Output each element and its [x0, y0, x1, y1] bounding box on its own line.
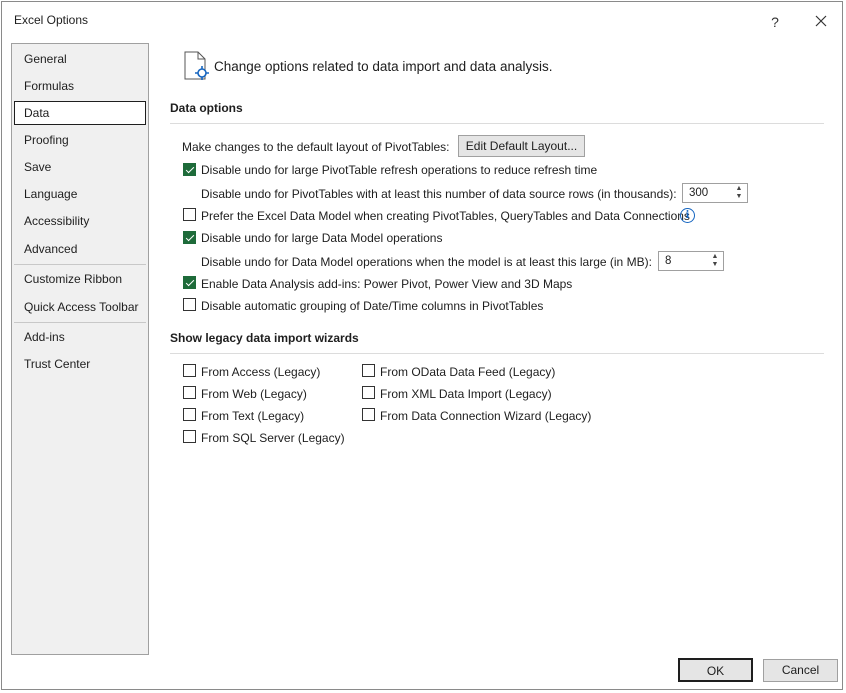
legacy-web-checkbox[interactable]: [183, 386, 196, 399]
disable-undo-pivot-label[interactable]: Disable undo for large PivotTable refres…: [201, 163, 597, 177]
sidebar-item-data[interactable]: Data: [14, 101, 146, 125]
undo-rows-label: Disable undo for PivotTables with at lea…: [201, 187, 677, 201]
legacy-sql-server-label[interactable]: From SQL Server (Legacy): [201, 431, 345, 445]
sidebar-item-accessibility[interactable]: Accessibility: [14, 209, 146, 233]
legacy-xml-checkbox[interactable]: [362, 386, 375, 399]
disable-grouping-label[interactable]: Disable automatic grouping of Date/Time …: [201, 299, 543, 313]
ok-button[interactable]: OK: [678, 658, 753, 682]
sidebar-item-general[interactable]: General: [14, 47, 146, 71]
section-divider: [170, 123, 824, 124]
sidebar-item-formulas[interactable]: Formulas: [14, 74, 146, 98]
disable-undo-model-label[interactable]: Disable undo for large Data Model operat…: [201, 231, 442, 245]
sidebar-item-save[interactable]: Save: [14, 155, 146, 179]
info-icon[interactable]: i: [680, 208, 695, 223]
legacy-web-label[interactable]: From Web (Legacy): [201, 387, 307, 401]
spinner-arrows-icon[interactable]: ▲ ▼: [710, 253, 720, 269]
spinner-arrows-icon[interactable]: ▲ ▼: [734, 185, 744, 201]
section-title-data-options: Data options: [170, 101, 243, 115]
prefer-data-model-label[interactable]: Prefer the Excel Data Model when creatin…: [201, 209, 690, 223]
cancel-button[interactable]: Cancel: [763, 659, 838, 682]
excel-options-dialog: Excel Options ? General Formulas Data Pr…: [1, 1, 843, 690]
section-title-legacy-wizards: Show legacy data import wizards: [170, 331, 359, 345]
page-description: Change options related to data import an…: [214, 59, 553, 74]
disable-undo-pivot-checkbox[interactable]: [183, 163, 196, 176]
data-options-panel: Change options related to data import an…: [150, 43, 840, 655]
undo-model-label: Disable undo for Data Model operations w…: [201, 255, 652, 269]
document-gear-icon: [184, 51, 209, 80]
legacy-connection-wizard-label[interactable]: From Data Connection Wizard (Legacy): [380, 409, 591, 423]
sidebar-item-proofing[interactable]: Proofing: [14, 128, 146, 152]
close-icon: [815, 15, 827, 27]
close-button[interactable]: [810, 10, 832, 32]
legacy-sql-server-checkbox[interactable]: [183, 430, 196, 443]
edit-default-layout-button[interactable]: Edit Default Layout...: [458, 135, 585, 157]
sidebar-separator: [14, 322, 146, 323]
legacy-connection-wizard-checkbox[interactable]: [362, 408, 375, 421]
enable-addins-checkbox[interactable]: [183, 276, 196, 289]
sidebar-item-language[interactable]: Language: [14, 182, 146, 206]
disable-undo-model-checkbox[interactable]: [183, 231, 196, 244]
legacy-odata-label[interactable]: From OData Data Feed (Legacy): [380, 365, 555, 379]
legacy-text-label[interactable]: From Text (Legacy): [201, 409, 304, 423]
undo-model-value[interactable]: 8: [665, 255, 671, 267]
sidebar-item-trust-center[interactable]: Trust Center: [14, 352, 146, 376]
sidebar-item-customize-ribbon[interactable]: Customize Ribbon: [14, 267, 146, 291]
pivot-layout-label: Make changes to the default layout of Pi…: [182, 140, 450, 154]
dialog-title: Excel Options: [14, 13, 89, 27]
undo-rows-value[interactable]: 300: [689, 187, 708, 199]
legacy-access-label[interactable]: From Access (Legacy): [201, 365, 320, 379]
sidebar-separator: [14, 264, 146, 265]
sidebar-item-quick-access-toolbar[interactable]: Quick Access Toolbar: [14, 295, 146, 319]
help-button[interactable]: ?: [764, 11, 786, 33]
sidebar-item-add-ins[interactable]: Add-ins: [14, 325, 146, 349]
legacy-text-checkbox[interactable]: [183, 408, 196, 421]
prefer-data-model-checkbox[interactable]: [183, 208, 196, 221]
disable-grouping-checkbox[interactable]: [183, 298, 196, 311]
enable-addins-label[interactable]: Enable Data Analysis add-ins: Power Pivo…: [201, 277, 572, 291]
options-sidebar: General Formulas Data Proofing Save Lang…: [11, 43, 149, 655]
legacy-access-checkbox[interactable]: [183, 364, 196, 377]
sidebar-item-advanced[interactable]: Advanced: [14, 237, 146, 261]
section-divider: [170, 353, 824, 354]
legacy-odata-checkbox[interactable]: [362, 364, 375, 377]
undo-rows-spinner[interactable]: 300 ▲ ▼: [682, 183, 748, 203]
legacy-xml-label[interactable]: From XML Data Import (Legacy): [380, 387, 552, 401]
undo-model-spinner[interactable]: 8 ▲ ▼: [658, 251, 724, 271]
